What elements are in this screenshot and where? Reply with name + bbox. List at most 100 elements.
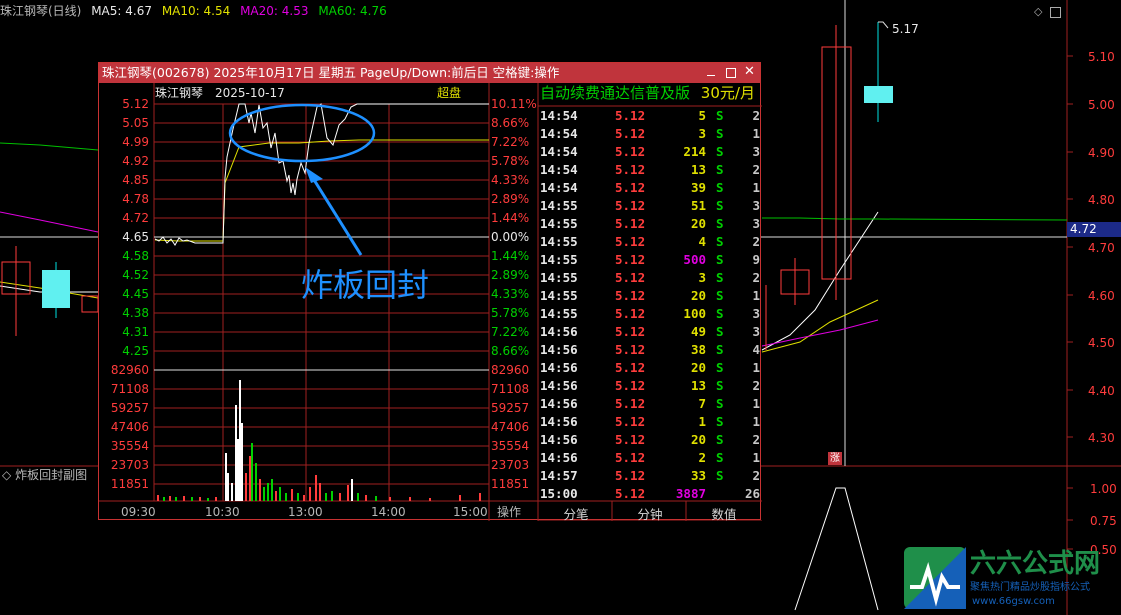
tick-volume: 33 bbox=[690, 468, 706, 483]
price-tick: 4.50 bbox=[1088, 336, 1115, 350]
volume-tick: 47406 bbox=[491, 420, 530, 434]
tick-volume: 1 bbox=[698, 414, 706, 429]
ad-banner[interactable]: 自动续费通达信普及版 30元/月 bbox=[540, 84, 755, 102]
annotation-text: 炸板回封 bbox=[301, 266, 430, 304]
time-tick: 10:30 bbox=[205, 505, 240, 519]
tick-time: 14:55 bbox=[540, 288, 578, 303]
maximize-button[interactable] bbox=[726, 68, 736, 78]
pct-tick: 8.66% bbox=[491, 344, 530, 358]
tick-row: 14:54 5.12 5 S 2 bbox=[540, 107, 760, 125]
tick-time: 14:57 bbox=[540, 468, 578, 483]
tick-row: 14:56 5.12 49 S 3 bbox=[540, 323, 760, 341]
tick-row: 14:56 5.12 13 S 2 bbox=[540, 377, 760, 395]
tick-price: 5.12 bbox=[615, 432, 646, 447]
pct-tick: 2.89% bbox=[491, 192, 530, 206]
tick-count: 9 bbox=[752, 252, 760, 267]
ad-title: 自动续费通达信普及版 bbox=[540, 84, 691, 102]
tick-volume: 51 bbox=[690, 198, 706, 213]
tick-volume: 49 bbox=[690, 324, 706, 339]
tick-volume: 13 bbox=[690, 162, 706, 177]
volume-bars bbox=[157, 380, 481, 501]
tick-volume: 39 bbox=[690, 180, 706, 195]
time-tick: 14:00 bbox=[371, 505, 406, 519]
tick-row: 14:56 5.12 1 S 1 bbox=[540, 413, 760, 431]
price-tick: 4.90 bbox=[1088, 146, 1115, 160]
tick-count: 2 bbox=[752, 270, 760, 285]
tick-row: 14:54 5.12 13 S 2 bbox=[540, 161, 760, 179]
volume-tick: 82960 bbox=[491, 363, 530, 377]
price-tick: 5.00 bbox=[1088, 98, 1115, 112]
annotation-arrow bbox=[309, 174, 363, 256]
operate-button[interactable]: 操作 bbox=[497, 505, 521, 519]
brand-slogan: 聚焦热门精品炒股指标公式 bbox=[970, 582, 1090, 593]
tick-count: 2 bbox=[752, 378, 760, 393]
minimize-button[interactable] bbox=[707, 75, 715, 76]
tick-time: 15:00 bbox=[540, 486, 578, 501]
volume-tick: 23703 bbox=[491, 458, 530, 472]
tick-price: 5.12 bbox=[615, 126, 646, 141]
price-tick: 5.12 bbox=[122, 97, 149, 111]
pct-tick: 7.22% bbox=[491, 135, 530, 149]
tick-list: 14:54 5.12 5 S 2 14:54 5.12 3 S 1 14:54 5.12 214 S 3 14… bbox=[540, 107, 760, 503]
maximize-icon[interactable] bbox=[1050, 7, 1061, 18]
tab-minute[interactable]: 分钟 bbox=[614, 504, 686, 523]
tick-price: 5.12 bbox=[615, 108, 646, 123]
tick-time: 14:56 bbox=[540, 342, 578, 357]
intraday-popup[interactable]: 珠江钢琴(002678) 2025年10月17日 星期五 PageUp/Down… bbox=[98, 62, 762, 523]
tick-price: 5.12 bbox=[615, 216, 646, 231]
pct-tick: 5.78% bbox=[491, 154, 530, 168]
tab-values[interactable]: 数值 bbox=[688, 504, 760, 523]
diamond-icon[interactable]: ◇ bbox=[1034, 5, 1042, 19]
indicator-tick: 0.75 bbox=[1090, 514, 1117, 528]
tick-count: 2 bbox=[752, 468, 760, 483]
tab-ticks[interactable]: 分笔 bbox=[540, 504, 612, 523]
ad-price: 30元/月 bbox=[700, 84, 755, 102]
ma60-label: MA60: 4.76 bbox=[318, 4, 387, 18]
tick-time: 14:55 bbox=[540, 306, 578, 321]
brand-logo-icon bbox=[904, 547, 966, 609]
tick-price: 5.12 bbox=[615, 252, 646, 267]
price-tick: 4.31 bbox=[122, 325, 149, 339]
tick-volume: 3 bbox=[698, 270, 706, 285]
tick-count: 1 bbox=[752, 126, 760, 141]
tick-time: 14:56 bbox=[540, 396, 578, 411]
super-tab[interactable]: 超盘 bbox=[437, 86, 461, 100]
tick-volume: 20 bbox=[690, 360, 706, 375]
tick-price: 5.12 bbox=[615, 378, 646, 393]
tick-price: 5.12 bbox=[615, 486, 646, 501]
tick-volume: 20 bbox=[690, 432, 706, 447]
ma20-label: MA20: 4.53 bbox=[240, 4, 309, 18]
pct-tick: 2.89% bbox=[491, 268, 530, 282]
tick-price: 5.12 bbox=[615, 468, 646, 483]
tick-count: 3 bbox=[752, 324, 760, 339]
tick-row: 15:00 5.12 3887 26 bbox=[540, 485, 760, 503]
tick-time: 14:55 bbox=[540, 252, 578, 267]
tick-price: 5.12 bbox=[615, 162, 646, 177]
tick-time: 14:56 bbox=[540, 378, 578, 393]
price-tick: 4.52 bbox=[122, 268, 149, 282]
popup-title-bar[interactable]: 珠江钢琴(002678) 2025年10月17日 星期五 PageUp/Down… bbox=[99, 63, 760, 83]
time-tick: 15:00 bbox=[453, 505, 488, 519]
tick-row: 14:55 5.12 100 S 3 bbox=[540, 305, 760, 323]
limit-up-badge: 涨 bbox=[828, 452, 842, 465]
indicator-toggle-icon[interactable]: ◇ bbox=[2, 468, 11, 482]
pct-tick: 7.22% bbox=[491, 325, 530, 339]
current-price-tag: 4.72 bbox=[1067, 222, 1121, 237]
volume-tick: 11851 bbox=[491, 477, 530, 491]
main-legend: 珠江钢琴(日线) MA5: 4.67 MA10: 4.54 MA20: 4.53… bbox=[0, 4, 387, 18]
intraday-date: 2025-10-17 bbox=[215, 86, 285, 100]
time-tick: 13:00 bbox=[288, 505, 323, 519]
tick-row: 14:57 5.12 33 S 2 bbox=[540, 467, 760, 485]
tick-volume: 3887 bbox=[675, 486, 706, 501]
tick-volume: 3 bbox=[698, 126, 706, 141]
tick-time: 14:54 bbox=[540, 108, 578, 123]
tick-price: 5.12 bbox=[615, 414, 646, 429]
tick-time: 14:55 bbox=[540, 270, 578, 285]
tick-price: 5.12 bbox=[615, 306, 646, 321]
tick-time: 14:54 bbox=[540, 162, 578, 177]
tick-volume: 500 bbox=[683, 252, 706, 267]
pct-tick: 0.00% bbox=[491, 230, 530, 244]
close-button[interactable]: ✕ bbox=[744, 65, 755, 79]
tick-time: 14:56 bbox=[540, 360, 578, 375]
indicator-title: ◇ 炸板回封副图 bbox=[2, 468, 88, 482]
